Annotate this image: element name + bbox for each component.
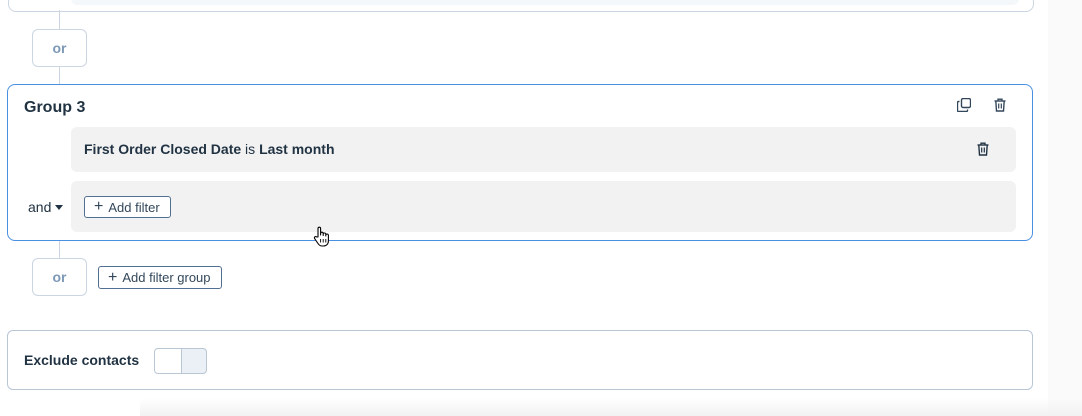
or-connector-bottom: or: [32, 258, 87, 296]
filter-operator: is: [245, 141, 256, 157]
add-filter-label: Add filter: [108, 199, 160, 215]
previous-group-filter-row: [71, 0, 1019, 5]
toggle-knob: [155, 349, 182, 373]
connector-line: [59, 241, 60, 258]
filter-group-card: Group 3 First Order Closed Date is Last …: [7, 84, 1033, 241]
bottom-fade: [140, 398, 1082, 416]
connector-line: [59, 67, 60, 84]
previous-group-card: [8, 0, 1034, 12]
trash-icon[interactable]: [990, 95, 1010, 115]
group-title: Group 3: [24, 99, 86, 116]
plus-icon: +: [108, 268, 118, 286]
caret-down-icon: [55, 204, 64, 210]
filter-value: Last month: [259, 141, 335, 157]
filter-summary[interactable]: First Order Closed Date is Last month: [84, 141, 335, 157]
connector-line: [59, 10, 60, 29]
add-filter-button[interactable]: + Add filter: [84, 196, 171, 218]
scroll-gutter: [1048, 0, 1082, 416]
clone-icon[interactable]: [954, 95, 974, 115]
and-operator-select[interactable]: and: [28, 199, 64, 215]
plus-icon: +: [94, 198, 104, 215]
exclude-contacts-toggle[interactable]: [154, 348, 207, 374]
segment-filter-editor: or Group 3 First Order Closed Date is La…: [0, 0, 1082, 416]
filter-row[interactable]: First Order Closed Date is Last month: [71, 127, 1016, 172]
and-label: and: [28, 199, 52, 215]
add-filter-group-button[interactable]: + Add filter group: [98, 266, 222, 289]
add-filter-row: + Add filter: [71, 181, 1016, 232]
trash-icon[interactable]: [973, 139, 993, 159]
filter-property: First Order Closed Date: [84, 141, 242, 157]
hand-pointer-icon: [313, 226, 331, 248]
exclude-contacts-label: Exclude contacts: [24, 352, 140, 368]
or-connector-top: or: [32, 29, 87, 67]
exclude-contacts-card: Exclude contacts: [7, 330, 1033, 390]
add-filter-group-label: Add filter group: [122, 270, 211, 285]
